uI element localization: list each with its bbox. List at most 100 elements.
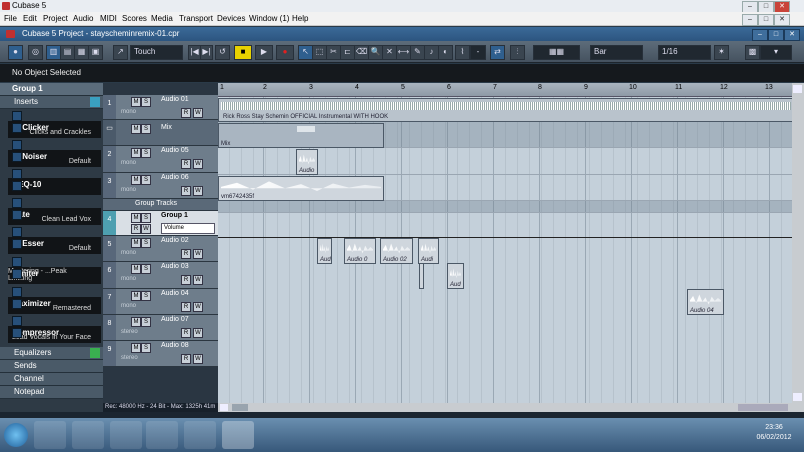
timeline-ruler[interactable]: 1 2 3 4 5 6 7 8 9 10 11 12 13 bbox=[218, 83, 792, 97]
project-minimize-button[interactable]: – bbox=[752, 29, 768, 41]
read-automation-button[interactable]: R bbox=[181, 354, 191, 364]
vertical-scrollbar[interactable] bbox=[792, 83, 804, 403]
mute-button[interactable]: M bbox=[131, 175, 141, 185]
menu-scores[interactable]: Scores bbox=[122, 12, 147, 26]
audio-event-04[interactable]: Audio 04 bbox=[687, 289, 724, 315]
write-automation-button[interactable]: W bbox=[141, 224, 151, 234]
mute-button[interactable]: M bbox=[131, 317, 141, 327]
show-overview-button[interactable]: ▦ bbox=[74, 45, 89, 60]
track-audio-03[interactable]: 6 Audio 03 M S R W mono bbox=[103, 262, 218, 289]
app-taskbar-icon[interactable] bbox=[110, 421, 142, 449]
solo-button[interactable]: S bbox=[141, 148, 151, 158]
menu-window[interactable]: Window (1) bbox=[249, 12, 289, 26]
inserts-section[interactable]: Inserts bbox=[0, 96, 103, 109]
scroll-thumb[interactable] bbox=[232, 404, 248, 411]
split-tool[interactable]: ✂ bbox=[326, 45, 341, 60]
arrange-area[interactable]: Rick Ross Stay Schemin OFFICIAL Instrume… bbox=[218, 97, 792, 403]
insert-5-controls[interactable] bbox=[12, 227, 32, 249]
channel-section[interactable]: Channel bbox=[0, 373, 103, 386]
solo-button[interactable]: S bbox=[141, 343, 151, 353]
equalizers-section[interactable]: Equalizers bbox=[0, 347, 103, 360]
read-automation-button[interactable]: R bbox=[181, 108, 191, 118]
write-automation-button[interactable]: W bbox=[193, 186, 203, 196]
mute-tool[interactable]: ✕ bbox=[382, 45, 397, 60]
color-select-button[interactable]: ▩ bbox=[745, 45, 760, 60]
audio-event-06[interactable]: vm6742435f bbox=[218, 176, 384, 201]
record-button[interactable]: ● bbox=[276, 45, 294, 60]
read-automation-button[interactable]: R bbox=[181, 328, 191, 338]
color-select[interactable]: ▾ bbox=[760, 45, 792, 60]
solo-button[interactable]: S bbox=[141, 175, 151, 185]
media-player-taskbar-icon[interactable] bbox=[72, 421, 104, 449]
mute-button[interactable]: M bbox=[131, 148, 141, 158]
menu-edit[interactable]: Edit bbox=[23, 12, 37, 26]
mute-button[interactable]: M bbox=[131, 124, 141, 134]
grid-type-select[interactable]: Bar bbox=[590, 45, 643, 60]
constrain-delay-button[interactable]: ◎ bbox=[28, 45, 43, 60]
system-clock[interactable]: 23:36 06/02/2012 bbox=[750, 423, 798, 443]
ie-taskbar-icon[interactable] bbox=[34, 421, 66, 449]
insert-8-controls[interactable] bbox=[12, 316, 32, 338]
zoom-slider[interactable] bbox=[738, 404, 788, 411]
audio-event-02-a[interactable]: Aud bbox=[317, 238, 332, 264]
doc-minimize-button[interactable]: – bbox=[742, 14, 758, 26]
doc-maximize-button[interactable]: □ bbox=[758, 14, 774, 26]
folder-part-mix[interactable]: Mix bbox=[218, 123, 384, 148]
show-inspector-button[interactable]: ▥ bbox=[46, 45, 61, 60]
solo-button[interactable]: S bbox=[141, 317, 151, 327]
read-automation-button[interactable]: R bbox=[181, 302, 191, 312]
track-audio-02[interactable]: 5 Audio 02 M S R W mono bbox=[103, 236, 218, 262]
read-automation-button[interactable]: R bbox=[181, 275, 191, 285]
write-automation-button[interactable]: W bbox=[193, 159, 203, 169]
play-tool[interactable]: ♪ bbox=[424, 45, 439, 60]
track-folder-mix[interactable]: ▭ M S Mix bbox=[103, 120, 218, 146]
activate-project-button[interactable]: ● bbox=[8, 45, 23, 60]
solo-button[interactable]: S bbox=[141, 97, 151, 107]
write-automation-button[interactable]: W bbox=[193, 354, 203, 364]
snap-on-off-button[interactable]: ⇄ bbox=[490, 45, 505, 60]
audio-event-instrumental[interactable]: Rick Ross Stay Schemin OFFICIAL Instrume… bbox=[218, 98, 792, 122]
horizontal-scrollbar[interactable] bbox=[218, 403, 804, 412]
write-automation-button[interactable]: W bbox=[193, 275, 203, 285]
mute-button[interactable]: M bbox=[131, 238, 141, 248]
menu-transport[interactable]: Transport bbox=[179, 12, 213, 26]
inserts-bypass-icon[interactable] bbox=[90, 97, 100, 107]
color-tool[interactable]: ◐ bbox=[438, 45, 453, 60]
insert-1-controls[interactable] bbox=[12, 111, 32, 133]
menu-help[interactable]: Help bbox=[292, 12, 308, 26]
menu-project[interactable]: Project bbox=[43, 12, 68, 26]
doc-close-button[interactable]: ✕ bbox=[774, 14, 790, 26]
insert-2-controls[interactable] bbox=[12, 140, 32, 162]
read-automation-button[interactable]: R bbox=[181, 186, 191, 196]
project-close-button[interactable]: ✕ bbox=[784, 29, 800, 41]
write-automation-button[interactable]: W bbox=[193, 302, 203, 312]
solo-button[interactable]: S bbox=[141, 264, 151, 274]
cubase-taskbar-icon[interactable] bbox=[222, 421, 254, 449]
project-maximize-button[interactable]: □ bbox=[768, 29, 784, 41]
insert-6-controls[interactable] bbox=[12, 257, 32, 279]
audio-event-03-a[interactable] bbox=[419, 263, 424, 289]
track-audio-08[interactable]: 9 Audio 08 M S R W stereo bbox=[103, 341, 218, 367]
read-automation-button[interactable]: R bbox=[131, 224, 141, 234]
track-audio-04[interactable]: 7 Audio 04 M S R W mono bbox=[103, 289, 218, 315]
menu-devices[interactable]: Devices bbox=[217, 12, 245, 26]
time-warp-tool[interactable]: ⟷ bbox=[396, 45, 411, 60]
show-infoline-button[interactable]: ▤ bbox=[60, 45, 75, 60]
read-automation-button[interactable]: R bbox=[181, 249, 191, 259]
range-selection-tool[interactable]: ⬚ bbox=[312, 45, 327, 60]
autoscroll-button[interactable]: ⌇ bbox=[455, 45, 470, 60]
solo-button[interactable]: S bbox=[141, 291, 151, 301]
eq-bypass-icon[interactable] bbox=[90, 348, 100, 358]
glue-tool[interactable]: ⊏ bbox=[340, 45, 355, 60]
cycle-button[interactable]: ↺ bbox=[215, 45, 230, 60]
mute-button[interactable]: M bbox=[131, 343, 141, 353]
track-audio-01[interactable]: 1 Audio 01 M S R W mono bbox=[103, 95, 218, 120]
menu-audio[interactable]: Audio bbox=[73, 12, 93, 26]
automation-parameter-select[interactable]: Volume bbox=[161, 223, 215, 234]
snap-to-cursor-button[interactable]: ✶ bbox=[714, 45, 729, 60]
track-audio-07[interactable]: 8 Audio 07 M S R W stereo bbox=[103, 315, 218, 341]
track-group-1[interactable]: 4 Group 1 M S R W Volume bbox=[103, 211, 218, 236]
explorer-taskbar-icon[interactable] bbox=[184, 421, 216, 449]
open-pool-button[interactable]: ▣ bbox=[88, 45, 103, 60]
mute-button[interactable]: M bbox=[131, 264, 141, 274]
